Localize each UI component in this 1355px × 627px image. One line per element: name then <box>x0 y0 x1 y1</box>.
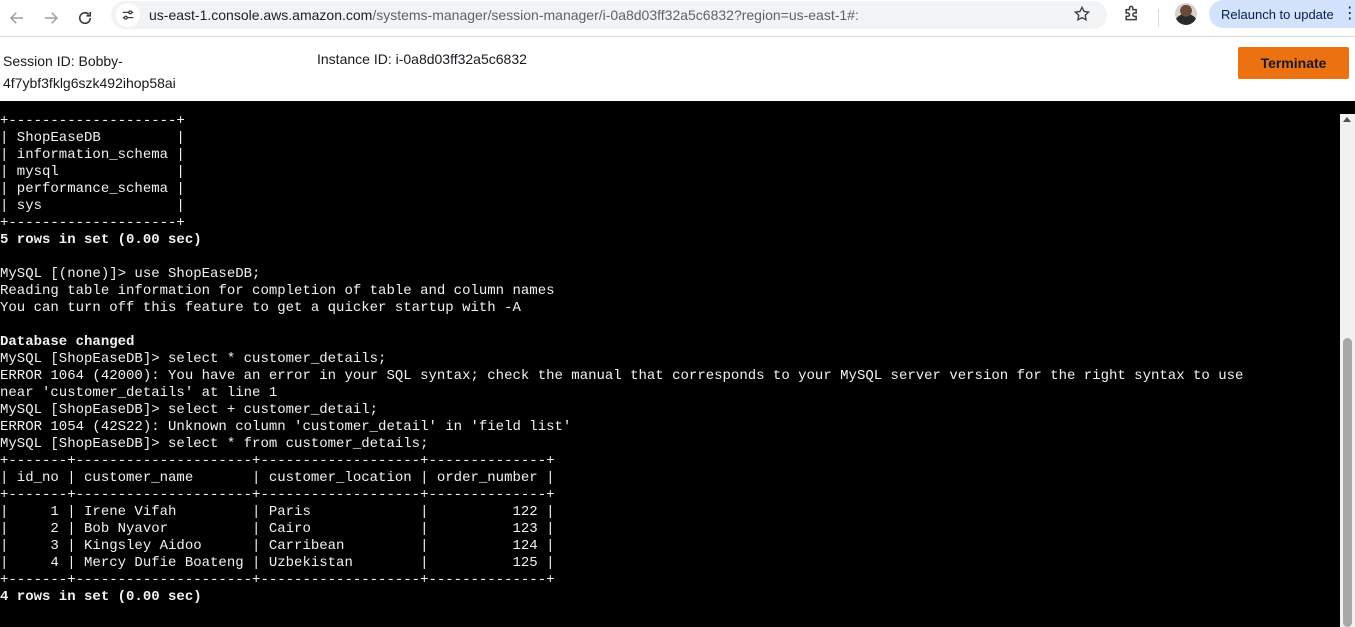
terminal-output: +--------------------+ | ShopEaseDB | | in… <box>0 113 1340 606</box>
terminal-line: 4 rows in set (0.00 sec) <box>0 589 202 605</box>
terminal-line: | information_schema | <box>0 147 185 163</box>
terminal-line: MySQL [ShopEaseDB]> select * customer_de… <box>0 351 387 367</box>
profile-avatar[interactable] <box>1175 3 1197 25</box>
terminal-line: +--------------------+ <box>0 215 185 231</box>
terminal-line: MySQL [(none)]> use ShopEaseDB; <box>0 266 261 282</box>
terminal-line: Reading table information for completion… <box>0 283 555 299</box>
terminal-line: | performance_schema | <box>0 181 185 197</box>
terminal-line: near 'customer_details' at line 1 <box>0 385 278 401</box>
scrollbar-thumb[interactable] <box>1343 338 1352 627</box>
terminal-line: | 2 | Bob Nyavor | Cairo | 123 | <box>0 521 555 537</box>
terminal-line: | mysql | <box>0 164 185 180</box>
forward-arrow-icon[interactable] <box>36 3 66 33</box>
relaunch-label: Relaunch to update <box>1221 6 1334 22</box>
terminal-scrollbar[interactable] <box>1340 114 1355 627</box>
terminal-line: You can turn off this feature to get a q… <box>0 300 521 316</box>
site-info-icon[interactable] <box>116 3 140 27</box>
terminal-line: | 3 | Kingsley Aidoo | Carribean | 124 | <box>0 538 555 554</box>
terminal-line: ERROR 1064 (42000): You have an error in… <box>0 368 1244 384</box>
back-arrow-icon[interactable] <box>2 3 32 33</box>
terminal-line: ERROR 1054 (42S22): Unknown column 'cust… <box>0 419 572 435</box>
terminal-window[interactable]: +--------------------+ | ShopEaseDB | | in… <box>0 101 1355 627</box>
url-path: /systems-manager/session-manager/i-0a8d0… <box>372 7 859 23</box>
session-header: Session ID: Bobby-4f7ybf3fklg6szk492ihop… <box>0 37 1355 101</box>
terminal-line: | ShopEaseDB | <box>0 130 185 146</box>
terminal-line: +--------------------+ <box>0 113 185 129</box>
terminal-line: | 1 | Irene Vifah | Paris | 122 | <box>0 504 555 520</box>
browser-toolbar: us-east-1.console.aws.amazon.com/systems… <box>0 0 1355 37</box>
relaunch-to-update-button[interactable]: Relaunch to update ⋮ <box>1209 0 1355 28</box>
terminal-line: Database changed <box>0 334 135 350</box>
session-id: Session ID: Bobby-4f7ybf3fklg6szk492ihop… <box>3 53 176 91</box>
terminal-line: MySQL [ShopEaseDB]> select + customer_de… <box>0 402 379 418</box>
terminal-line: MySQL [ShopEaseDB]> select * from custom… <box>0 436 429 452</box>
scroll-up-arrow-icon[interactable] <box>1343 117 1351 122</box>
bookmark-star-icon[interactable] <box>1073 5 1091 28</box>
extensions-puzzle-icon[interactable] <box>1122 3 1142 28</box>
more-menu-icon[interactable]: ⋮ <box>1342 6 1355 22</box>
terminal-line: | 4 | Mercy Dufie Boateng | Uzbekistan |… <box>0 555 555 571</box>
url-host: us-east-1.console.aws.amazon.com <box>149 7 373 23</box>
url-text[interactable]: us-east-1.console.aws.amazon.com/systems… <box>149 7 859 23</box>
terminal-line: +-------+---------------------+---------… <box>0 453 555 469</box>
reload-icon[interactable] <box>70 3 100 33</box>
terminal-line: | id_no | customer_name | customer_locat… <box>0 470 555 486</box>
terminate-button[interactable]: Terminate <box>1238 47 1349 79</box>
terminal-line: 5 rows in set (0.00 sec) <box>0 232 202 248</box>
toolbar-divider <box>1158 9 1159 27</box>
terminal-line: +-------+---------------------+---------… <box>0 487 555 503</box>
address-bar[interactable]: us-east-1.console.aws.amazon.com/systems… <box>111 1 1107 29</box>
instance-id: Instance ID: i-0a8d03ff32a5c6832 <box>317 51 527 67</box>
terminal-line: | sys | <box>0 198 185 214</box>
terminal-line: +-------+---------------------+---------… <box>0 572 555 588</box>
